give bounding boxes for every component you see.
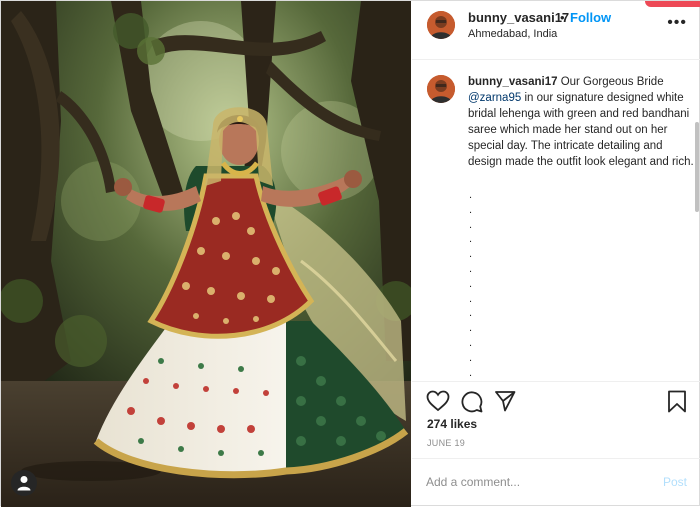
- add-comment-bar: Post: [412, 458, 700, 508]
- caption-dot: .: [469, 292, 473, 305]
- location-link[interactable]: Ahmedabad, India: [468, 28, 557, 40]
- caption-dot: .: [469, 366, 473, 379]
- separator-dot: •: [560, 10, 565, 25]
- tag-people-button[interactable]: [11, 470, 37, 496]
- caption-dot: .: [469, 307, 473, 320]
- caption-dot: .: [469, 336, 473, 349]
- like-button[interactable]: [426, 390, 450, 417]
- caption-area: bunny_vasani17 Our Gorgeous Bride @zarna…: [412, 60, 700, 381]
- comment-button[interactable]: [460, 390, 483, 418]
- caption-dot: .: [469, 277, 473, 290]
- caption-dot: .: [469, 203, 473, 216]
- instagram-post: bunny_vasani17 • Follow Ahmedabad, India…: [0, 0, 700, 507]
- comment-icon: [461, 391, 483, 413]
- caption-intro: Our Gorgeous Bride: [560, 76, 664, 88]
- share-icon: [495, 391, 516, 412]
- caption-dot: .: [469, 233, 473, 246]
- more-options-button[interactable]: •••: [667, 14, 687, 32]
- caption-dot: .: [469, 351, 473, 364]
- likes-count[interactable]: 274 likes: [427, 417, 477, 431]
- post-header: bunny_vasani17 • Follow Ahmedabad, India…: [412, 1, 700, 60]
- caption-dot: .: [469, 262, 473, 275]
- caption-username-link[interactable]: bunny_vasani17: [468, 76, 557, 88]
- caption-dot: .: [469, 218, 473, 231]
- post-photo[interactable]: [1, 1, 411, 507]
- more-horizontal-icon: •••: [667, 14, 687, 31]
- post-side-panel: bunny_vasani17 • Follow Ahmedabad, India…: [412, 1, 700, 507]
- comment-input[interactable]: [426, 475, 656, 489]
- mention-link[interactable]: @zarna95: [468, 92, 521, 104]
- user-tag-icon: [17, 476, 31, 491]
- caption-dots: . . . . . . . . . . . . .: [469, 188, 472, 380]
- save-button[interactable]: [667, 390, 687, 418]
- post-date[interactable]: JUNE 19: [427, 438, 465, 448]
- bookmark-icon: [668, 390, 686, 413]
- heart-icon: [426, 390, 450, 412]
- profile-picture: [427, 11, 455, 39]
- caption-text: bunny_vasani17 Our Gorgeous Bride @zarna…: [468, 74, 694, 170]
- share-button[interactable]: [494, 390, 516, 417]
- avatar[interactable]: [427, 11, 455, 39]
- comments-scrollbar[interactable]: [695, 122, 699, 212]
- profile-picture: [427, 75, 455, 103]
- bride-photo-illustration: [1, 1, 411, 507]
- caption-dot: .: [469, 322, 473, 335]
- action-bar: [412, 381, 700, 416]
- caption-avatar[interactable]: [427, 75, 455, 103]
- follow-button[interactable]: Follow: [570, 10, 611, 25]
- caption-dot: .: [469, 189, 473, 201]
- post-comment-button[interactable]: Post: [663, 475, 687, 489]
- caption-dot: .: [469, 248, 473, 261]
- header-username-link[interactable]: bunny_vasani17: [468, 10, 569, 25]
